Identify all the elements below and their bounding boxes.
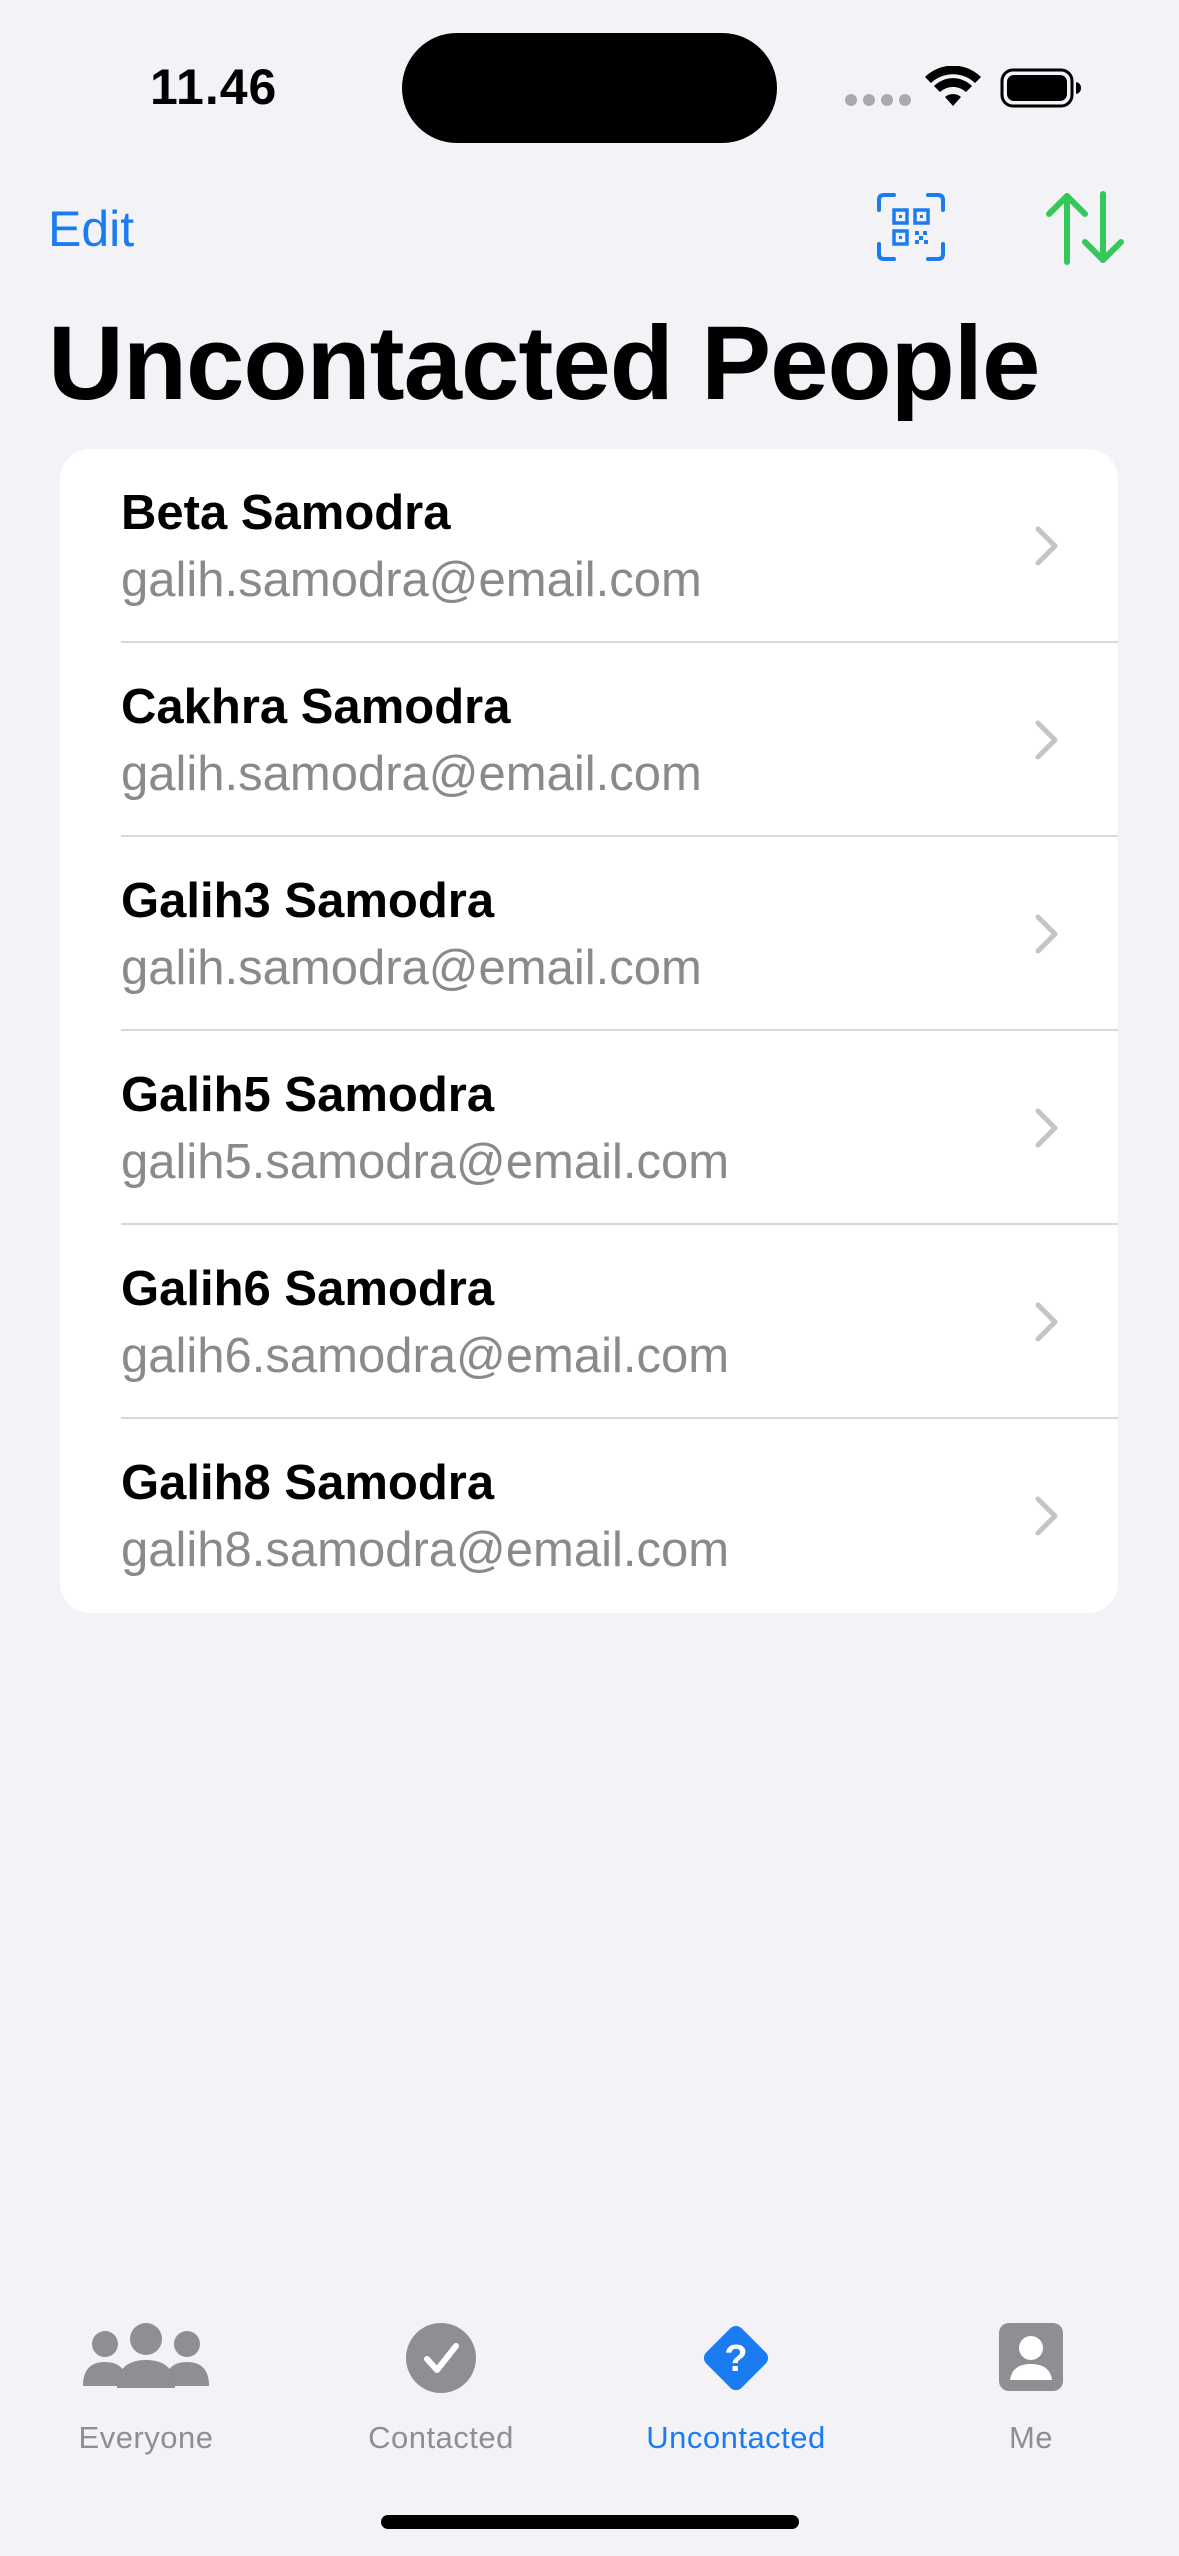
people-icon	[83, 2323, 209, 2388]
contact-email: galih.samodra@email.com	[121, 747, 702, 801]
list-item[interactable]: Cakhra Samodra galih.samodra@email.com	[60, 643, 1118, 837]
contact-name: Cakhra Samodra	[121, 680, 511, 734]
tab-label: Contacted	[368, 2420, 514, 2455]
contact-name: Beta Samodra	[121, 486, 451, 540]
wifi-icon	[925, 66, 981, 106]
contact-email: galih.samodra@email.com	[121, 553, 702, 607]
list-item[interactable]: Galih5 Samodra galih5.samodra@email.com	[60, 1031, 1118, 1225]
contacts-list: Beta Samodra galih.samodra@email.com Cak…	[60, 449, 1118, 1613]
chevron-right-icon	[1035, 914, 1058, 954]
list-item[interactable]: Beta Samodra galih.samodra@email.com	[60, 449, 1118, 643]
svg-text:?: ?	[724, 2338, 747, 2380]
contact-name: Galih8 Samodra	[121, 1456, 495, 1510]
tab-everyone[interactable]: Everyone	[16, 2300, 276, 2460]
tab-me[interactable]: Me	[901, 2300, 1161, 2460]
battery-icon	[1000, 68, 1081, 108]
contact-email: galih5.samodra@email.com	[121, 1135, 730, 1189]
list-item[interactable]: Galih6 Samodra galih6.samodra@email.com	[60, 1225, 1118, 1419]
contact-email: galih6.samodra@email.com	[121, 1329, 730, 1383]
contact-name: Galih3 Samodra	[121, 874, 495, 928]
qr-code-scan-icon[interactable]	[876, 192, 946, 262]
list-item[interactable]: Galih8 Samodra galih8.samodra@email.com	[60, 1419, 1118, 1613]
chevron-right-icon	[1035, 1302, 1058, 1342]
page-title: Uncontacted People	[48, 305, 1040, 422]
chevron-right-icon	[1035, 526, 1058, 566]
home-indicator	[381, 2515, 799, 2529]
edit-button[interactable]: Edit	[48, 200, 134, 258]
chevron-right-icon	[1035, 1496, 1058, 1536]
dynamic-island	[402, 33, 777, 143]
person-square-icon	[999, 2323, 1063, 2391]
list-item[interactable]: Galih3 Samodra galih.samodra@email.com	[60, 837, 1118, 1031]
questionmark-diamond-icon: ?	[703, 2325, 769, 2391]
cellular-signal-icon	[845, 94, 911, 106]
tab-bar: Everyone Contacted ? Uncontacted Me	[0, 2300, 1179, 2500]
chevron-right-icon	[1035, 1108, 1058, 1148]
chevron-right-icon	[1035, 720, 1058, 760]
contact-email: galih.samodra@email.com	[121, 941, 702, 995]
status-time: 11.46	[150, 59, 278, 115]
contact-email: galih8.samodra@email.com	[121, 1523, 730, 1577]
tab-label: Me	[1008, 2420, 1054, 2455]
tab-label: Everyone	[78, 2420, 214, 2455]
tab-label: Uncontacted	[646, 2420, 826, 2455]
tab-contacted[interactable]: Contacted	[311, 2300, 571, 2460]
contact-name: Galih5 Samodra	[121, 1068, 495, 1122]
contact-name: Galih6 Samodra	[121, 1262, 495, 1316]
checkmark-circle-icon	[406, 2323, 476, 2393]
arrow-up-down-icon[interactable]	[1045, 190, 1125, 266]
tab-uncontacted[interactable]: ? Uncontacted	[606, 2300, 866, 2460]
